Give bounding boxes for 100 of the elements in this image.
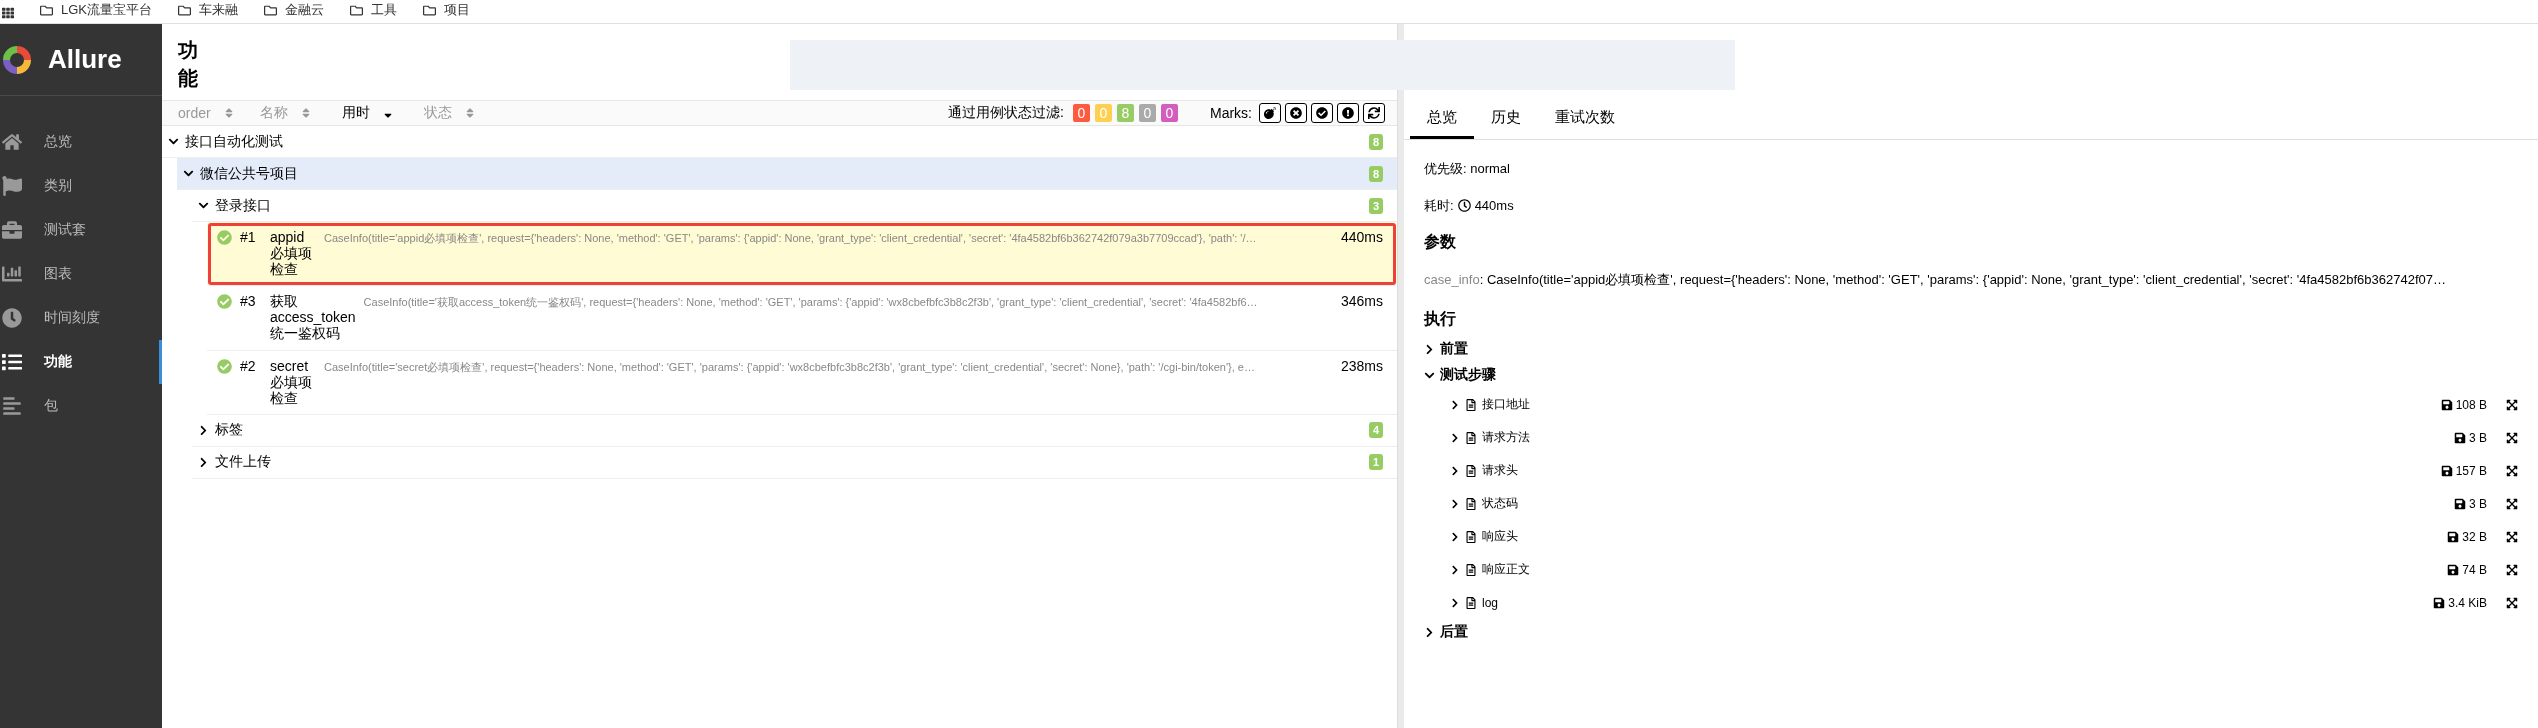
save-icon (2433, 596, 2446, 609)
marks-label: Marks: (1210, 105, 1252, 121)
save-icon (2447, 530, 2460, 543)
mark-filter-button[interactable] (1363, 103, 1385, 123)
group-label: 登录接口 (215, 196, 271, 215)
parameter-name: case_info (1424, 272, 1480, 287)
chevron-down-icon[interactable] (183, 168, 194, 179)
chevron-right-icon[interactable] (198, 424, 209, 436)
clock-icon (1457, 199, 1471, 212)
attachment-row[interactable]: 请求头 157 B (1424, 454, 2518, 487)
test-description: CaseInfo(title='appid必填项检查', request={'headers': None, 'method': 'GET', 'params': {'appid': None, 'grant_type': 'client_credential', 'secret': '4fa4582bf6b362742f079a3b7709ccad'}, 'path': '/… (324, 231, 1258, 246)
expand-icon (2506, 398, 2518, 411)
refresh-icon (1368, 107, 1380, 119)
stage-row[interactable]: 后置 (1424, 619, 2518, 645)
folder-icon[interactable] (423, 3, 436, 17)
sidebar-item[interactable]: 时间刻度 (0, 296, 162, 340)
bookmark-link[interactable]: 车来融 (199, 1, 238, 19)
sort-column[interactable]: 用时 (342, 104, 424, 122)
duration-label: 耗时: (1424, 196, 1454, 215)
save-icon (2440, 398, 2453, 411)
sort-icon (300, 107, 312, 119)
folder-icon[interactable] (350, 3, 363, 17)
test-name: secret必填项检查 (270, 357, 313, 406)
sidebar-item[interactable]: 总览 (0, 120, 162, 164)
count-badge: 8 (1368, 133, 1383, 150)
test-description: CaseInfo(title='secret必填项检查', request={'headers': None, 'method': 'GET', 'params': {'appid': 'wx8cbefbfc3b8c2f3b', 'grant_type': 'client_credential', 'secret': None}, 'path': '/cgi-bin/token'}, e… (324, 359, 1256, 375)
tree-group-row[interactable]: 文件上传 1 (192, 446, 1397, 479)
attachment-row[interactable]: log 3.4 KiB (1424, 586, 2518, 619)
mark-filter-button[interactable] (1311, 103, 1333, 123)
file-icon (1465, 497, 1477, 510)
chevron-right-icon (1450, 465, 1460, 476)
priority-text: 优先级: normal (1424, 159, 1510, 178)
chevron-right-icon (1450, 399, 1460, 410)
bookmark-link[interactable]: LGK流量宝平台 (61, 1, 152, 19)
sidebar-item[interactable]: 测试套 (0, 208, 162, 252)
attachment-size: 3 B (2469, 496, 2487, 511)
test-number: #3 (240, 293, 257, 310)
tree-group-row[interactable]: 微信公共号项目 8 (177, 158, 1397, 190)
bookmark-link[interactable]: 项目 (444, 1, 470, 19)
test-number: #2 (240, 357, 257, 374)
mark-filter-button[interactable] (1285, 103, 1307, 123)
home-icon (2, 132, 22, 152)
chevron-right-icon (1450, 432, 1460, 443)
mark-filter-button[interactable] (1337, 103, 1359, 123)
sidebar-item[interactable]: 包 (0, 384, 162, 428)
count-badge: 3 (1368, 197, 1383, 214)
attachment-size: 108 B (2455, 397, 2487, 412)
test-duration: 346ms (1340, 293, 1383, 310)
stage-row[interactable]: 测试步骤 (1424, 362, 2518, 388)
test-number: #1 (240, 229, 257, 245)
sidebar-item[interactable]: 类别 (0, 164, 162, 208)
stage-row[interactable]: 前置 (1424, 336, 2518, 362)
folder-icon[interactable] (178, 3, 191, 17)
folder-icon[interactable] (264, 3, 277, 17)
sidebar-item[interactable]: 功能 (0, 340, 162, 384)
attachment-size: 32 B (2462, 529, 2487, 544)
group-label: 文件上传 (215, 453, 271, 472)
sidebar-item[interactable]: 图表 (0, 252, 162, 296)
save-icon (2454, 431, 2466, 444)
chevron-right-icon (1424, 626, 1435, 638)
mark-filter-button[interactable] (1259, 103, 1281, 123)
detail-tab[interactable]: 重试次数 (1538, 100, 1632, 139)
file-icon (1465, 563, 1477, 576)
attachment-name: 状态码 (1482, 495, 1518, 512)
chevron-down-icon[interactable] (168, 136, 179, 147)
attachment-size: 3 B (2469, 430, 2487, 445)
flag-icon (2, 176, 22, 196)
bar-chart-icon (2, 264, 22, 284)
attachment-row[interactable]: 请求方法 3 B (1424, 421, 2518, 454)
bomb-icon (1264, 107, 1276, 119)
test-row[interactable] (207, 222, 1397, 287)
apps-icon[interactable] (2, 7, 14, 19)
attachment-row[interactable]: 响应头 32 B (1424, 520, 2518, 553)
page-title: 功能 (178, 38, 199, 91)
bookmark-link[interactable]: 金融云 (285, 1, 324, 19)
test-name: appid必填项检查 (270, 229, 313, 278)
detail-tab[interactable]: 历史 (1474, 100, 1538, 139)
test-duration: 440ms (1340, 229, 1383, 245)
file-icon (1465, 530, 1477, 543)
tree-group-row[interactable]: 标签 4 (192, 414, 1397, 447)
group-label: 标签 (215, 421, 243, 440)
attachment-row[interactable]: 响应正文 74 B (1424, 553, 2518, 586)
attachment-row[interactable]: 状态码 3 B (1424, 487, 2518, 520)
chevron-right-icon (1450, 564, 1460, 575)
test-duration: 238ms (1340, 357, 1383, 374)
expand-icon (2506, 464, 2518, 477)
folder-icon[interactable] (40, 3, 53, 17)
chevron-right-icon[interactable] (198, 456, 209, 468)
detail-tab[interactable]: 总览 (1410, 100, 1474, 139)
filter-label: 通过用例状态过滤: (948, 104, 1064, 122)
attachment-name: 响应头 (1482, 528, 1518, 545)
bookmark-link[interactable]: 工具 (371, 1, 397, 19)
attachment-row[interactable]: 接口地址 108 B (1424, 388, 2518, 421)
expand-icon (2506, 563, 2518, 576)
save-icon (2454, 497, 2466, 510)
chevron-down-icon[interactable] (198, 200, 209, 211)
group-label: 微信公共号项目 (200, 164, 298, 183)
chevron-right-icon (1450, 597, 1460, 608)
splitter-handle[interactable] (1397, 24, 1404, 728)
chevron-right-icon (1424, 343, 1435, 355)
